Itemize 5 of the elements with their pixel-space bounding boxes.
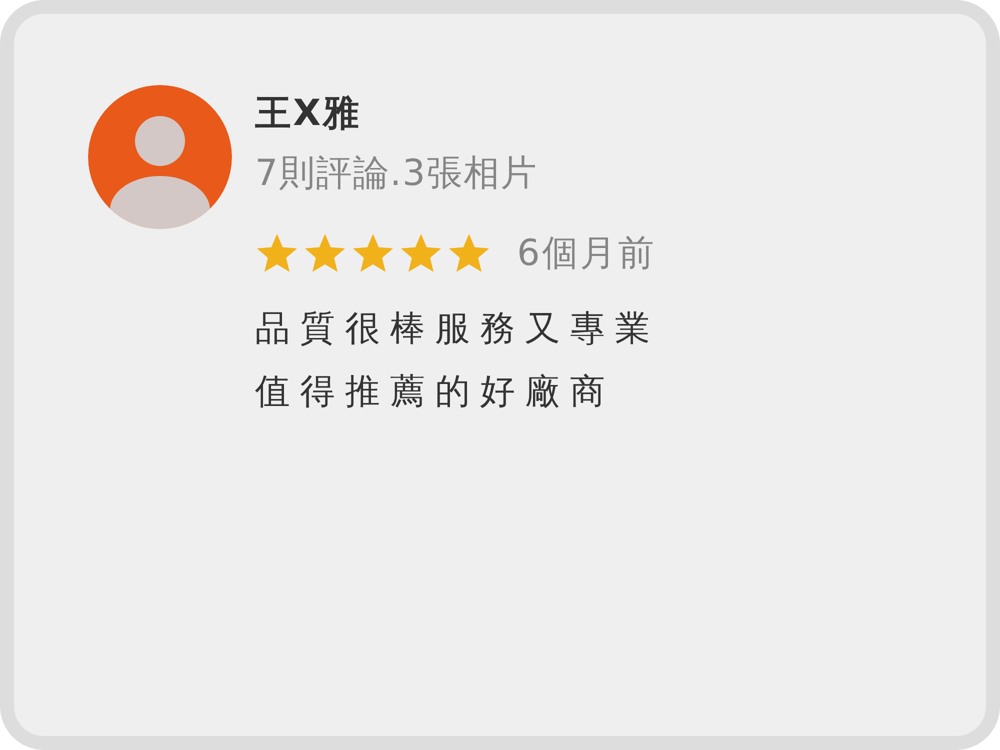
review-text: 值得推薦的好廠商 bbox=[255, 371, 616, 414]
review-time: 6個月前 bbox=[517, 232, 656, 276]
review-count: 7則評論.3張相片 bbox=[255, 152, 538, 196]
reviewer-name: 王X雅 bbox=[255, 92, 362, 136]
review-text: 品質很棒服務又專業 bbox=[255, 308, 660, 351]
